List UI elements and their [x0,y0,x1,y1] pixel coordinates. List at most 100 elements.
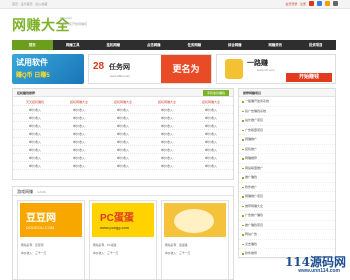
list-item[interactable]: 广告推广赚钱 [239,211,335,221]
game-logo[interactable]: PC蛋蛋 www.pcegg.com [92,203,154,237]
nav-invest[interactable]: 投资项目 [296,40,337,50]
table-cell: 单价收入 [28,140,41,144]
list-item[interactable]: 推荐网赚大全 [239,202,335,211]
weibo-icon[interactable] [309,1,314,6]
nav-home[interactable]: 首页 [12,40,53,50]
table-cell: 单价收入 [72,116,85,120]
table-cell: 单价收入 [28,148,41,152]
game-card[interactable]: 网站名称：蛋蛋赚 单价收入：三千一元 [161,200,229,280]
banner-title: 试用软件 [16,58,48,67]
table-cell[interactable]: 挂机网赚大全 [101,98,145,105]
table-cell[interactable]: 挂机网赚大全 [145,98,189,105]
table-cell: 单价收入 [116,124,129,128]
banner-number: 28 [93,61,105,72]
mascot-icon [225,59,243,79]
nav-task[interactable]: 任务网赚 [174,40,215,50]
list-item[interactable]: 推广赚钱 [239,173,335,183]
earn-banner[interactable]: 一路赚 www.1lz.com 开始赚钱 [216,54,336,84]
table-cell: 单价收入 [72,108,85,112]
list-item[interactable]: 软件推广 [239,183,335,192]
table-cell: 单价收入 [204,132,217,136]
list-item[interactable]: 站长推广项目 [239,116,335,126]
list-item[interactable]: 点击赚钱 [239,240,335,249]
logo-tagline: 让我们来开始网赚吧 [60,22,88,26]
list-item[interactable]: 推广赚钱项目 [239,221,335,230]
nav-combo[interactable]: 综合网赚 [215,40,256,50]
table-cell: 单价收入 [28,156,41,160]
list-item[interactable]: 广告联盟项目 [239,126,335,135]
list-item[interactable]: 一路赚开发商系统 [239,97,335,107]
trial-software-banner[interactable]: 试用软件 赚Q币 日赚5 [12,54,84,84]
game-card[interactable]: 豆豆网 DOUDOU.COM 网站名称：豆豆网 单价收入：三千一元 [17,200,85,280]
rss-icon[interactable] [325,1,330,6]
table-cell: 单价收入 [204,124,217,128]
banner-name: 任务网 [109,64,130,71]
list-item[interactable]: 网赚推荐 [239,154,335,164]
game-logo[interactable]: 豆豆网 DOUDOU.COM [20,203,82,237]
game-line1: 网站名称：PC蛋蛋 [93,243,117,247]
table-cell: 单价收入 [204,116,217,120]
banner-subtitle: 赚Q币 日赚5 [16,73,50,79]
games-subtitle: GAME [37,190,46,194]
side-list: 一路赚开发商系统 投广告赚钱系统 站长推广项目 广告联盟项目 网赚推广 挂机推广… [239,97,335,259]
nav-hangup[interactable]: 挂机网赚 [93,40,134,50]
table-cell: 单价收入 [204,140,217,144]
game-logo[interactable] [164,203,226,237]
game-card[interactable]: PC蛋蛋 www.pcegg.com 网站名称：PC蛋蛋 单价收入：三千一元 [89,200,157,280]
list-item[interactable]: 挂机推广 [239,145,335,154]
top-links[interactable]: 首页 · 设为首页 · 加入收藏 [12,2,47,6]
qq-icon[interactable] [317,1,322,6]
table-row: 单价收入 单价收入 单价收入 单价收入 单价收入 [13,106,233,114]
side-title: 推荐网赚项目 [243,91,262,95]
watermark-url: www.unn114.com [298,268,340,274]
table-cell: 单价收入 [160,164,173,168]
table-row: 单价收入 单价收入 单价收入 单价收入 单价收入 [13,146,233,154]
banner-cta: 更名为 [161,55,211,83]
table-cell: 单价收入 [116,132,129,136]
nav-tools[interactable]: 网赚工具 [53,40,94,50]
list-item[interactable]: 网站联盟推广 [239,164,335,173]
table-cell: 单价收入 [116,164,129,168]
game-cards: 豆豆网 DOUDOU.COM 网站名称：豆豆网 单价收入：三千一元 PC蛋蛋 w… [17,200,229,280]
table-cell: 单价收入 [72,132,85,136]
game-domain: DOUDOU.COM [26,225,55,230]
table-cell: 单价收入 [160,124,173,128]
table-cell[interactable]: 天天挂机赚钱 [13,98,57,105]
table-cell[interactable]: 挂机网赚大全 [189,98,233,105]
list-item[interactable]: 网站广告 [239,230,335,240]
list-item[interactable]: 网赚推广项目 [239,192,335,202]
table-cell: 单价收入 [116,156,129,160]
banner-brand: 一路赚 [247,60,268,67]
list-item[interactable]: 投广告赚钱系统 [239,107,335,116]
panel-tab[interactable]: 手机收款赚钱 [202,90,229,96]
table-cell: 单价收入 [116,116,129,120]
table-row: 单价收入 单价收入 单价收入 单价收入 单价收入 [13,154,233,162]
game-brand: 豆豆网 [26,213,56,224]
panel-header: 挂机赚钱推荐 手机收款赚钱 [13,89,233,97]
games-header: 游戏网赚 GAME [13,187,233,196]
table-cell: 单价收入 [160,156,173,160]
panel-grid: 天天挂机赚钱 挂机网赚大全 挂机网赚大全 挂机网赚大全 挂机网赚大全 单价收入 … [13,98,233,170]
start-earning-button[interactable]: 开始赚钱 [286,73,332,82]
table-cell: 单价收入 [72,164,85,168]
mail-icon[interactable] [333,1,338,6]
task-site-banner[interactable]: 28 任务网 www.28rw.com 更名为 [88,54,212,84]
game-line1: 网站名称：豆豆网 [21,243,44,247]
table-cell: 单价收入 [28,108,41,112]
table-cell[interactable]: 挂机网赚大全 [57,98,101,105]
list-item[interactable]: 网赚推广 [239,135,335,145]
nav-news[interactable]: 网赚资讯 [255,40,296,50]
table-cell: 单价收入 [204,148,217,152]
egg-icon [174,209,214,233]
table-cell: 单价收入 [204,108,217,112]
login-link[interactable]: 会员登录 · 注册 [285,2,306,6]
nav-click[interactable]: 点击网赚 [134,40,175,50]
table-cell: 单价收入 [28,124,41,128]
hangup-panel: 挂机赚钱推荐 手机收款赚钱 天天挂机赚钱 挂机网赚大全 挂机网赚大全 挂机网赚大… [12,88,234,180]
table-cell: 单价收入 [116,108,129,112]
table-cell: 单价收入 [116,140,129,144]
table-row: 单价收入 单价收入 单价收入 单价收入 单价收入 [13,138,233,146]
table-cell: 单价收入 [28,116,41,120]
table-cell: 单价收入 [204,164,217,168]
logo-domain: Dgo.com [60,16,73,20]
